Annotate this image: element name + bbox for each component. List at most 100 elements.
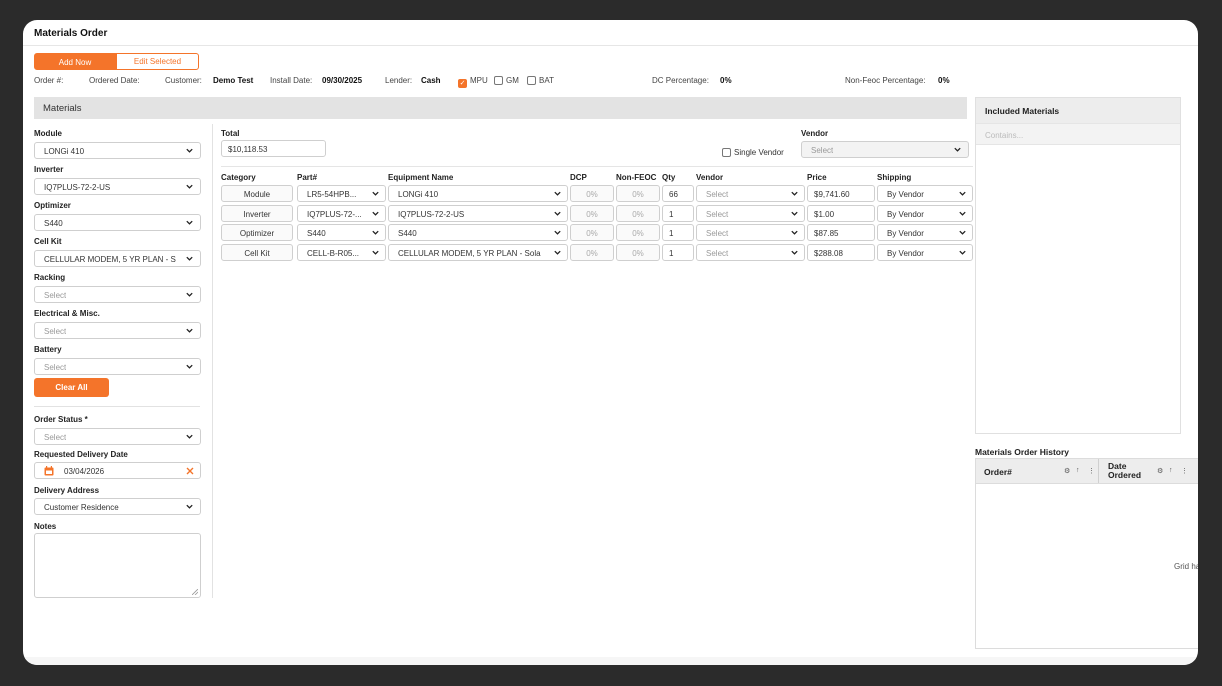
equipment-select[interactable]: S440 (388, 224, 568, 241)
sort-icon[interactable]: ↑ (1169, 467, 1173, 474)
module-select[interactable]: LONGi 410 (34, 142, 201, 159)
gear-icon[interactable]: ⚙ (1064, 467, 1070, 475)
chevron-down-icon (372, 230, 379, 235)
clear-date-icon[interactable] (186, 467, 194, 475)
price-input[interactable]: $87.85 (807, 224, 875, 241)
equipment-select[interactable]: LONGi 410 (388, 185, 568, 202)
battery-select[interactable]: Select (34, 358, 201, 375)
column-header-equipment: Equipment Name (388, 173, 454, 182)
total-label: Total (221, 129, 240, 138)
grid-empty-message: Grid ha (1174, 562, 1198, 571)
column-header-category: Category (221, 173, 256, 182)
delivery-address-select[interactable]: Customer Residence (34, 498, 201, 515)
nonfeoc-percentage-label: Non-Feoc Percentage: (845, 76, 926, 85)
vendor-select[interactable]: Select (696, 224, 805, 241)
equipment-select[interactable]: IQ7PLUS-72-2-US (388, 204, 568, 222)
shipping-select[interactable]: By Vendor (877, 243, 973, 261)
chevron-down-icon (372, 250, 379, 255)
qty-input[interactable]: 1 (662, 224, 694, 241)
module-label: Module (34, 129, 62, 138)
app-window: Materials Order Add Now Edit Selected Or… (23, 20, 1198, 665)
qty-input[interactable]: 1 (662, 243, 694, 261)
vendor-label: Vendor (801, 129, 829, 138)
vendor-select[interactable]: Select (696, 243, 805, 261)
order-status-select[interactable]: Select (34, 428, 201, 445)
chevron-down-icon (186, 256, 193, 261)
order-history-title: Materials Order History (975, 447, 1070, 457)
price-input[interactable]: $1.00 (807, 204, 875, 222)
nonfeoc-percentage-value: 0% (938, 76, 950, 85)
clear-all-button[interactable]: Clear All (34, 378, 109, 397)
chevron-down-icon (791, 230, 798, 235)
cell-kit-label: Cell Kit (34, 237, 62, 246)
chevron-down-icon (554, 230, 561, 235)
delivery-date-input[interactable]: 03/04/2026 (34, 462, 201, 479)
mpu-checkbox[interactable]: ✓ MPU (458, 76, 488, 88)
ordered-date-label: Ordered Date: (89, 76, 140, 85)
dcp-field: 0% (570, 185, 614, 202)
delivery-date-label: Requested Delivery Date (34, 450, 128, 459)
part-select[interactable]: IQ7PLUS-72-... (297, 204, 386, 222)
total-field: $10,118.53 (221, 140, 326, 157)
chevron-down-icon (372, 191, 379, 196)
sort-icon[interactable]: ↑ (1076, 467, 1080, 474)
edit-selected-button[interactable]: Edit Selected (116, 53, 199, 70)
menu-icon[interactable]: ⋮ (1181, 467, 1188, 475)
nonfeoc-field: 0% (616, 185, 660, 202)
column-header-order-number[interactable]: Order# (984, 467, 1012, 477)
racking-select[interactable]: Select (34, 286, 201, 303)
chevron-down-icon (959, 191, 966, 196)
nonfeoc-field: 0% (616, 204, 660, 222)
optimizer-select[interactable]: S440 (34, 214, 201, 231)
single-vendor-checkbox[interactable]: Single Vendor (722, 148, 784, 157)
vendor-select[interactable]: Select (801, 141, 969, 158)
chevron-down-icon (186, 504, 193, 509)
nonfeoc-field: 0% (616, 224, 660, 241)
vendor-select[interactable]: Select (696, 185, 805, 202)
shipping-select[interactable]: By Vendor (877, 224, 973, 241)
notes-textarea[interactable] (34, 533, 201, 598)
included-materials-title: Included Materials (976, 98, 1180, 123)
racking-label: Racking (34, 273, 66, 282)
qty-input[interactable]: 66 (662, 185, 694, 202)
included-materials-panel: Included Materials Contains... (975, 97, 1181, 434)
column-separator[interactable] (1098, 459, 1099, 483)
contains-filter-input[interactable]: Contains... (976, 123, 1180, 145)
inverter-label: Inverter (34, 165, 64, 174)
materials-section-header: Materials (34, 97, 967, 119)
shipping-select[interactable]: By Vendor (877, 185, 973, 202)
grid-header: Order# ⚙ ↑ ⋮ Date Ordered ⚙ ↑ ⋮ (976, 459, 1198, 484)
column-header-nonfeoc: Non-FEOC (616, 173, 657, 182)
lender-label: Lender: (385, 76, 413, 85)
gear-icon[interactable]: ⚙ (1157, 467, 1163, 475)
electrical-select[interactable]: Select (34, 322, 201, 339)
bat-checkbox[interactable]: BAT (527, 76, 554, 85)
qty-input[interactable]: 1 (662, 204, 694, 222)
gm-checkbox[interactable]: GM (494, 76, 519, 85)
resize-handle-icon[interactable] (192, 589, 198, 595)
vendor-select[interactable]: Select (696, 204, 805, 222)
chevron-down-icon (791, 211, 798, 216)
chevron-down-icon (554, 211, 561, 216)
install-date-value: 09/30/2025 (322, 76, 363, 85)
column-header-date-ordered[interactable]: Date Ordered (1108, 462, 1141, 480)
cell-kit-select[interactable]: CELLULAR MODEM, 5 YR PLAN - S... (34, 250, 201, 267)
add-now-button[interactable]: Add Now (34, 53, 116, 70)
price-input[interactable]: $288.08 (807, 243, 875, 261)
chevron-down-icon (186, 148, 193, 153)
page-header: Materials Order (23, 20, 1198, 46)
divider (34, 406, 200, 407)
customer-label: Customer: (165, 76, 202, 85)
part-select[interactable]: S440 (297, 224, 386, 241)
part-select[interactable]: CELL-B-R05... (297, 243, 386, 261)
equipment-select[interactable]: CELLULAR MODEM, 5 YR PLAN - Solar... (388, 243, 568, 261)
chevron-down-icon (186, 364, 193, 369)
menu-icon[interactable]: ⋮ (1088, 467, 1095, 475)
battery-label: Battery (34, 345, 62, 354)
shipping-select[interactable]: By Vendor (877, 204, 973, 222)
optimizer-label: Optimizer (34, 201, 71, 210)
price-input[interactable]: $9,741.60 (807, 185, 875, 202)
part-select[interactable]: LR5-54HPB... (297, 185, 386, 202)
inverter-select[interactable]: IQ7PLUS-72-2-US (34, 178, 201, 195)
delivery-address-label: Delivery Address (34, 486, 100, 495)
